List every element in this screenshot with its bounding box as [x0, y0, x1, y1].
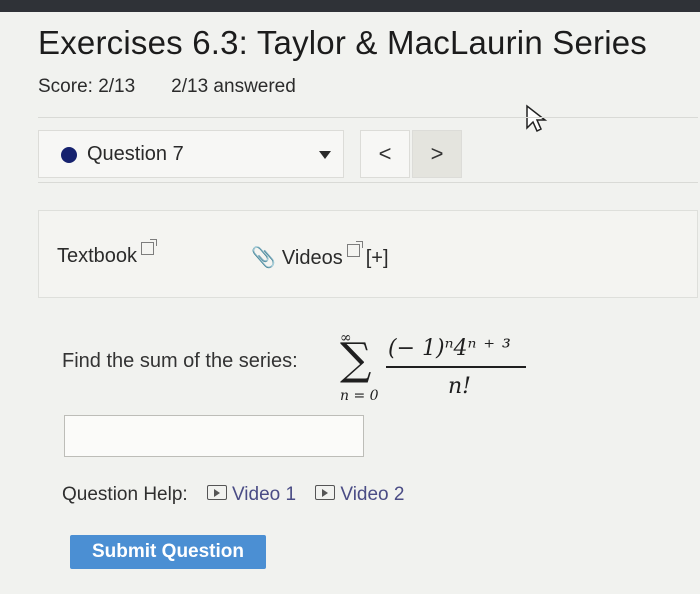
- previous-question-button[interactable]: <: [360, 130, 410, 178]
- play-icon: [206, 485, 227, 501]
- question-help: Question Help: Video 1 Video 2: [62, 484, 404, 506]
- textbook-link[interactable]: Textbook: [57, 239, 158, 268]
- question-select-label: Question 7: [87, 143, 184, 165]
- answered-count: 2/13 answered: [171, 76, 296, 97]
- series-expression: ∞ ∑ n = 0 (− 1)ⁿ4ⁿ ⁺ ³ n!: [334, 330, 534, 410]
- series-denominator: n!: [448, 374, 472, 399]
- status-dot-icon: [61, 147, 77, 163]
- caret-down-icon: [319, 151, 331, 159]
- score-line: Score: 2/13 2/13 answered: [38, 76, 296, 98]
- fraction-bar: [386, 366, 526, 368]
- video-1-link[interactable]: Video 1: [206, 484, 297, 505]
- videos-link[interactable]: 📎 Videos [+]: [251, 241, 389, 270]
- series-numerator: (− 1)ⁿ4ⁿ ⁺ ³: [388, 336, 511, 361]
- problem-prompt: Find the sum of the series:: [62, 350, 298, 372]
- external-link-icon: [346, 241, 363, 257]
- page: [0, 12, 700, 594]
- series-lower-limit: n = 0: [340, 388, 379, 404]
- video-2-label: Video 2: [340, 484, 405, 505]
- textbook-label: Textbook: [57, 245, 138, 267]
- play-icon: [315, 485, 336, 501]
- top-bar: [0, 0, 700, 12]
- answer-input[interactable]: [64, 415, 364, 457]
- expand-videos-toggle[interactable]: [+]: [366, 247, 389, 269]
- videos-label: Videos: [281, 247, 343, 269]
- score-text: Score: 2/13: [38, 76, 136, 97]
- question-help-label: Question Help:: [62, 484, 188, 505]
- paperclip-icon: 📎: [251, 247, 276, 269]
- question-select[interactable]: Question 7: [38, 130, 344, 178]
- summation-sign: ∑: [340, 334, 372, 385]
- video-1-label: Video 1: [231, 484, 297, 505]
- submit-question-button[interactable]: Submit Question: [70, 535, 266, 569]
- next-question-button[interactable]: >: [412, 130, 462, 178]
- resources-panel: Textbook 📎 Videos [+]: [38, 210, 698, 298]
- video-2-link[interactable]: Video 2: [315, 484, 404, 505]
- page-title: Exercises 6.3: Taylor & MacLaurin Series: [38, 24, 647, 61]
- external-link-icon: [141, 239, 158, 255]
- question-navigation: Question 7 < >: [38, 117, 698, 183]
